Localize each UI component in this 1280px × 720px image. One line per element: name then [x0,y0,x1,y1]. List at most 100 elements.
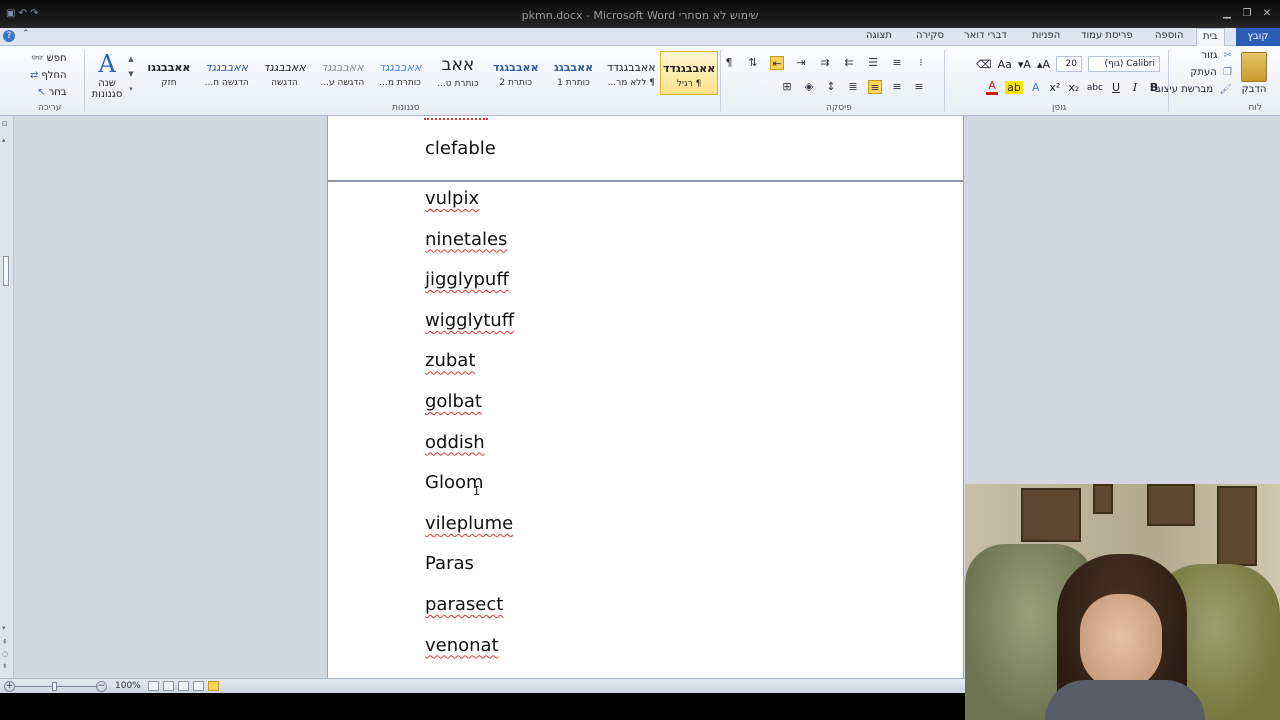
style-subtle-emphasis[interactable]: אאבבגגד הדגשה ע... [313,51,371,95]
justify-icon[interactable]: ≣ [846,80,860,94]
minimize-icon[interactable]: ▁ [1220,8,1234,20]
document-line[interactable]: vulpix [425,188,479,209]
print-layout-icon[interactable] [208,681,219,691]
style-title[interactable]: אאב כותרת ט... [429,51,487,95]
bullet-list-icon[interactable]: ⁝ [914,56,928,70]
find-button[interactable]: חפש👓 [30,50,66,67]
replace-button[interactable]: החלף⇄ [30,67,67,84]
document-line[interactable]: jigglypuff [425,269,509,290]
tab-page-layout[interactable]: פריסת עמוד [1081,30,1133,41]
zoom-slider-thumb[interactable] [52,682,57,691]
ribbon-home: הדבק ✂ גזור ❐ העתק 🖌 מברשת עיצוב לוח Cal… [0,46,1280,116]
screen-border [0,693,965,720]
superscript-icon[interactable]: x² [1049,81,1061,94]
style-no-spacing[interactable]: אאבבגגדד ¶ ללא מר... [602,51,660,95]
document-line[interactable]: golbat [425,391,482,412]
style-intense-emphasis[interactable]: אאבבגגד הדגשה ח... [198,51,256,95]
replace-label: החלף [41,70,67,81]
document-line[interactable]: ninetales [425,229,507,250]
shading-icon[interactable]: ◈ [802,80,816,94]
style-subtitle[interactable]: אאבבגגד כותרת מ... [371,51,429,95]
tab-mailings[interactable]: דברי דואר [964,30,1007,41]
zoom-level[interactable]: 100% [115,681,141,691]
select-browse-icon[interactable]: ○ [2,650,11,658]
numbered-list-icon[interactable]: ≡ [890,56,904,70]
change-styles-button[interactable]: A שנה סגנונות [86,50,128,100]
outline-view-icon[interactable] [163,681,174,691]
bold-icon[interactable]: B [1148,81,1160,94]
style-emphasis[interactable]: אאבבגגד הדגשה [256,51,314,95]
paste-button[interactable]: הדבק [1236,52,1272,95]
minimize-ribbon-icon[interactable]: ⌃ [22,29,30,39]
format-painter-label: מברשת עיצוב [1155,84,1214,95]
zoom-out-icon[interactable]: − [96,681,107,692]
font-size-combo[interactable]: 20 [1056,56,1082,72]
document-line[interactable]: zubat [425,350,475,371]
rtl-direction-icon[interactable]: ⇤ [770,56,784,70]
ltr-direction-icon[interactable]: ⇥ [794,56,808,70]
full-screen-reading-icon[interactable] [193,681,204,691]
scroll-down-icon[interactable]: ▾ [2,624,11,632]
tab-view[interactable]: תצוגה [866,30,892,41]
document-line[interactable]: parasect [425,594,503,615]
style-sample: אאבבגגד [263,61,306,74]
wall-picture [1217,486,1257,566]
style-sample: אאב [441,55,475,75]
show-marks-icon[interactable]: ¶ [722,56,736,70]
cut-button[interactable]: ✂ גזור [1201,50,1232,61]
document-page[interactable]: clefable vulpix ninetales jigglypuff wiggly… [327,116,964,678]
document-line[interactable]: oddish [425,432,485,453]
strikethrough-icon[interactable]: abc [1087,83,1103,93]
increase-indent-icon[interactable]: ⇉ [818,56,832,70]
document-line[interactable]: Paras [425,553,474,574]
tab-file[interactable]: קובץ [1236,28,1280,46]
sort-icon[interactable]: ⇅ [746,56,760,70]
change-case-icon[interactable]: Aa [998,58,1012,71]
document-line[interactable]: vileplume [425,513,513,534]
previous-page-icon[interactable]: ⇞ [2,638,11,646]
subscript-icon[interactable]: x₂ [1068,81,1080,94]
tab-insert[interactable]: הוספה [1155,30,1184,41]
document-line[interactable]: venonat [425,635,499,656]
font-name-combo[interactable]: Calibri (גוף) [1088,56,1160,72]
highlight-icon[interactable]: ab [1005,81,1023,94]
tab-review[interactable]: סקירה [916,30,944,41]
format-painter-button[interactable]: 🖌 מברשת עיצוב [1155,84,1232,95]
close-icon[interactable]: ✕ [1260,8,1274,20]
align-right-icon[interactable]: ≡ [868,80,882,94]
borders-icon[interactable]: ⊞ [780,80,794,94]
shrink-font-icon[interactable]: A▾ [1018,58,1031,71]
grow-font-icon[interactable]: A▴ [1037,58,1050,71]
ruler-toggle-icon[interactable]: ⊡ [2,120,11,128]
clear-formatting-icon[interactable]: ⌫ [976,58,992,71]
underline-icon[interactable]: U [1110,81,1122,94]
help-icon[interactable]: ? [3,30,15,42]
style-strong[interactable]: אאבבגגו חזק [140,51,198,95]
decrease-indent-icon[interactable]: ⇇ [842,56,856,70]
style-normal[interactable]: אאבבגגדד ¶ רגיל [660,51,718,95]
styles-group-label: סגנונות [392,103,420,113]
tab-references[interactable]: הפניות [1032,30,1060,41]
draft-view-icon[interactable] [148,681,159,691]
text-effects-icon[interactable]: A [1030,81,1042,94]
tab-home[interactable]: בית [1196,28,1225,46]
next-page-icon[interactable]: ⇟ [2,662,11,670]
multilevel-list-icon[interactable]: ☰ [866,56,880,70]
maximize-icon[interactable]: ❐ [1240,8,1254,20]
italic-icon[interactable]: I [1129,81,1141,94]
align-center-icon[interactable]: ≡ [890,80,904,94]
align-left-icon[interactable]: ≡ [912,80,926,94]
document-line[interactable]: wigglytuff [425,310,514,331]
document-line[interactable]: clefable [425,138,496,159]
font-color-icon[interactable]: A [986,80,999,95]
web-layout-icon[interactable] [178,681,189,691]
line-spacing-icon[interactable]: ↕ [824,80,838,94]
style-heading-2[interactable]: אאבבגגד כותרת 2 [487,51,545,95]
ruler-marker[interactable] [3,256,9,286]
copy-button[interactable]: ❐ העתק [1190,67,1232,78]
style-name: הדגשה ע... [320,78,365,88]
style-heading-1[interactable]: אאבבגג כותרת 1 [545,51,603,95]
select-button[interactable]: בחר↖ [30,84,66,101]
webcam-person-shirt [1045,680,1205,720]
ruler-up-icon[interactable]: ▴ [2,136,11,144]
